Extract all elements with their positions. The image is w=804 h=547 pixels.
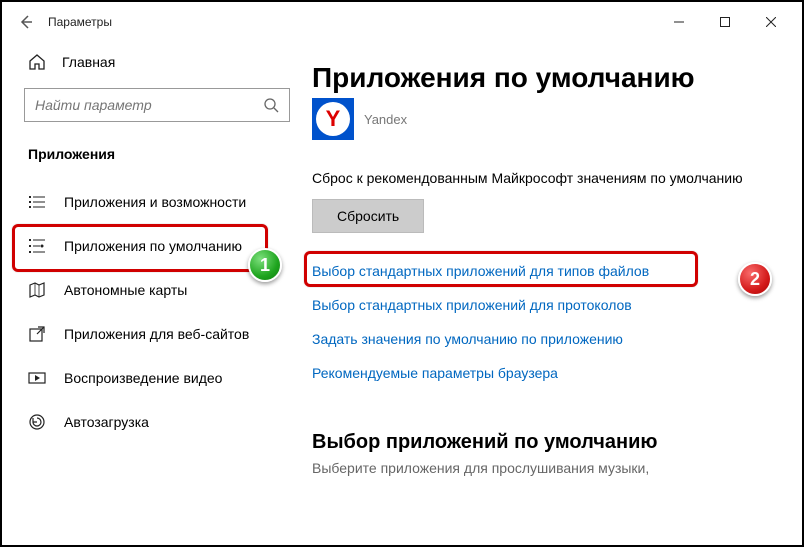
defaults-icon (28, 237, 46, 255)
maximize-icon (720, 17, 730, 27)
search-input[interactable] (35, 97, 263, 113)
annotation-badge-2: 2 (738, 262, 772, 296)
yandex-icon: Y (312, 98, 354, 140)
sidebar-item-video-playback[interactable]: Воспроизведение видео (2, 356, 312, 400)
reset-description: Сброс к рекомендованным Майкрософт значе… (312, 168, 772, 189)
sidebar-home-label: Главная (62, 54, 115, 70)
search-box[interactable] (24, 88, 290, 122)
minimize-button[interactable] (656, 6, 702, 38)
close-button[interactable] (748, 6, 794, 38)
open-icon (28, 325, 46, 343)
sub-description: Выберите приложения для прослушивания му… (312, 460, 772, 476)
sub-heading: Выбор приложений по умолчанию (312, 431, 772, 454)
map-icon (28, 281, 46, 299)
startup-icon (28, 413, 46, 431)
sidebar-item-label: Автозагрузка (64, 414, 149, 430)
sidebar-item-apps-websites[interactable]: Приложения для веб-сайтов (2, 312, 312, 356)
annotation-badge-1: 1 (248, 248, 282, 282)
sidebar-nav-list: Приложения и возможности Приложения по у… (2, 180, 312, 444)
sidebar-item-label: Приложения для веб-сайтов (64, 326, 249, 342)
sidebar-section-header: Приложения (2, 136, 312, 172)
content-panel: Приложения по умолчанию Y Yandex Сброс к… (312, 42, 802, 545)
sidebar-item-apps-features[interactable]: Приложения и возможности (2, 180, 312, 224)
maximize-button[interactable] (702, 6, 748, 38)
link-protocols[interactable]: Выбор стандартных приложений для протоко… (312, 297, 772, 313)
minimize-icon (674, 17, 684, 27)
link-browser-rec[interactable]: Рекомендуемые параметры браузера (312, 365, 772, 381)
video-icon (28, 369, 46, 387)
search-icon (263, 97, 279, 113)
link-list: Выбор стандартных приложений для типов ф… (312, 259, 772, 381)
sidebar-item-label: Приложения и возможности (64, 194, 246, 210)
sidebar-item-label: Воспроизведение видео (64, 370, 222, 386)
home-icon (28, 53, 46, 71)
arrow-left-icon (18, 14, 34, 30)
titlebar: Параметры (2, 2, 802, 42)
sidebar-item-startup[interactable]: Автозагрузка (2, 400, 312, 444)
close-icon (766, 17, 776, 27)
page-title: Приложения по умолчанию (312, 62, 772, 94)
back-button[interactable] (10, 6, 42, 38)
link-by-app[interactable]: Задать значения по умолчанию по приложен… (312, 331, 772, 347)
list-icon (28, 193, 46, 211)
sidebar-item-label: Приложения по умолчанию (64, 238, 242, 254)
default-app-tile[interactable]: Y Yandex (312, 98, 772, 140)
reset-button[interactable]: Сбросить (312, 199, 424, 233)
app-name-label: Yandex (364, 112, 407, 127)
sidebar-item-label: Автономные карты (64, 282, 187, 298)
sidebar: Главная Приложения Приложения и возможно… (2, 42, 312, 545)
link-filetypes[interactable]: Выбор стандартных приложений для типов ф… (312, 263, 772, 279)
window-title: Параметры (48, 15, 112, 29)
window-controls (656, 6, 794, 38)
sidebar-home[interactable]: Главная (2, 42, 312, 82)
